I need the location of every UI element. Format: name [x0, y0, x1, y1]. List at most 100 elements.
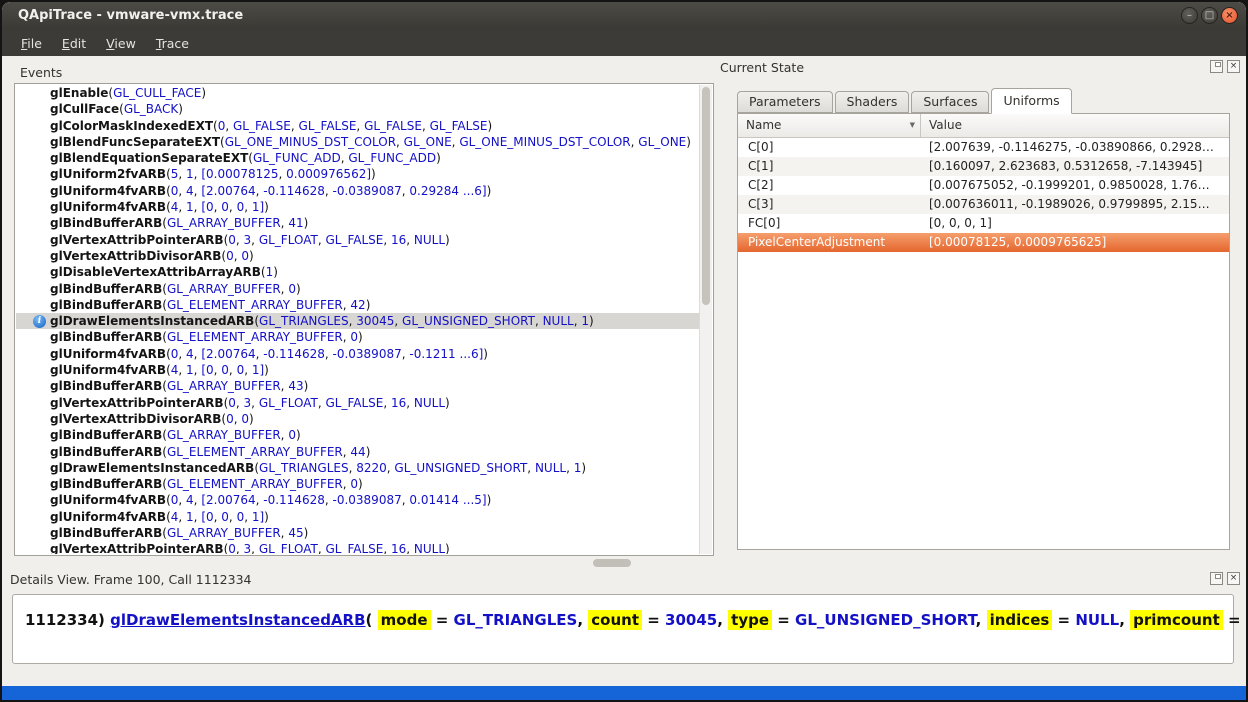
window-title: QApiTrace - vmware-vmx.trace — [18, 8, 243, 23]
tab-surfaces[interactable]: Surfaces — [911, 91, 989, 113]
event-row[interactable]: glVertexAttribPointerARB(0, 3, GL_FLOAT,… — [16, 395, 700, 411]
close-icon[interactable]: × — [1227, 572, 1240, 585]
call-function-link[interactable]: glDrawElementsInstancedARB — [110, 611, 365, 629]
event-arg: 0 — [285, 428, 296, 442]
menu-trace[interactable]: Trace — [147, 33, 198, 54]
event-arg: 0 — [226, 249, 234, 263]
undock-icon-glyph — [1215, 62, 1221, 67]
undock-icon[interactable] — [1210, 60, 1223, 73]
column-header-name[interactable]: Name ▼ — [738, 114, 921, 137]
table-row[interactable]: C[3][0.007636011, -0.1989026, 0.9799895,… — [738, 195, 1229, 214]
event-row[interactable]: glVertexAttribDivisorARB(0, 0) — [16, 248, 700, 264]
event-row[interactable]: glUniform4fvARB(4, 1, [0, 0, 0, 1]) — [16, 509, 700, 525]
event-row[interactable]: glColorMaskIndexedEXT(0, GL_FALSE, GL_FA… — [16, 118, 700, 134]
event-row[interactable]: glDisableVertexAttribArrayARB(1) — [16, 264, 700, 280]
events-vertical-scrollbar-thumb[interactable] — [702, 87, 710, 305]
event-row[interactable]: glCullFace(GL_BACK) — [16, 101, 700, 117]
event-arg: 0 — [217, 510, 228, 524]
uniform-name: C[0] — [738, 138, 921, 157]
event-row[interactable]: glBindBufferARB(GL_ELEMENT_ARRAY_BUFFER,… — [16, 444, 700, 460]
event-row[interactable]: glBlendEquationSeparateEXT(GL_FUNC_ADD, … — [16, 150, 700, 166]
event-row[interactable]: glUniform4fvARB(0, 4, [2.00764, -0.11462… — [16, 183, 700, 199]
event-row[interactable]: glUniform4fvARB(4, 1, [0, 0, 0, 1]) — [16, 199, 700, 215]
maximize-button-icon[interactable]: □ — [1201, 7, 1218, 24]
event-row[interactable]: glEnable(GL_CULL_FACE) — [16, 85, 700, 101]
event-arg: 4 — [171, 363, 179, 377]
column-header-value[interactable]: Value — [921, 114, 1229, 137]
event-row[interactable]: glBindBufferARB(GL_ARRAY_BUFFER, 45) — [16, 525, 700, 541]
event-row[interactable]: glUniform4fvARB(0, 4, [2.00764, -0.11462… — [16, 492, 700, 508]
event-arg: 0 — [228, 233, 236, 247]
event-row[interactable]: glUniform4fvARB(4, 1, [0, 0, 0, 1]) — [16, 362, 700, 378]
close-icon[interactable]: × — [1227, 60, 1240, 73]
event-row[interactable]: glBindBufferARB(GL_ARRAY_BUFFER, 43) — [16, 378, 700, 394]
close-button-icon[interactable]: × — [1221, 7, 1238, 24]
table-row[interactable]: FC[0][0, 0, 0, 1] — [738, 214, 1229, 233]
event-arg: 4 — [171, 510, 179, 524]
event-arg: GL_FALSE — [322, 233, 384, 247]
event-arg: 45 — [285, 526, 304, 540]
event-row[interactable]: glDrawElementsInstancedARB(GL_TRIANGLES,… — [16, 460, 700, 476]
event-arg: 0 — [228, 542, 236, 554]
event-row[interactable]: glBindBufferARB(GL_ARRAY_BUFFER, 0) — [16, 427, 700, 443]
event-arg: 0 — [228, 396, 236, 410]
uniform-name: C[1] — [738, 157, 921, 176]
event-row[interactable]: glBlendFuncSeparateEXT(GL_ONE_MINUS_DST_… — [16, 134, 700, 150]
minimize-button-icon[interactable]: – — [1181, 7, 1198, 24]
event-arg: 0 — [217, 363, 228, 377]
table-row[interactable]: C[1][0.160097, 2.623683, 0.5312658, -7.1… — [738, 157, 1229, 176]
menu-edit[interactable]: Edit — [53, 33, 95, 54]
event-row[interactable]: glUniform2fvARB(5, 1, [0.00078125, 0.000… — [16, 166, 700, 182]
event-arg: GL_FALSE — [295, 119, 357, 133]
tab-uniforms[interactable]: Uniforms — [991, 88, 1071, 114]
event-row[interactable]: glBindBufferARB(GL_ARRAY_BUFFER, 41) — [16, 215, 700, 231]
titlebar[interactable]: QApiTrace - vmware-vmx.trace –□× — [2, 2, 1246, 31]
undock-icon[interactable] — [1210, 572, 1223, 585]
event-function: glBindBufferARB — [50, 216, 162, 230]
uniform-name: C[3] — [738, 195, 921, 214]
event-arg: GL_ONE — [400, 135, 452, 149]
event-arg: -0.114628 — [259, 493, 324, 507]
events-list[interactable]: glEnable(GL_CULL_FACE)glCullFace(GL_BACK… — [14, 83, 714, 556]
event-arg: 0 — [218, 119, 226, 133]
event-row[interactable]: iglDrawElementsInstancedARB(GL_TRIANGLES… — [16, 313, 700, 329]
tab-parameters[interactable]: Parameters — [737, 91, 833, 113]
event-arg: 1 — [182, 510, 193, 524]
table-row[interactable]: PixelCenterAdjustment[0.00078125, 0.0009… — [738, 233, 1229, 252]
param-name: count — [588, 610, 642, 630]
event-arg: 0 — [233, 200, 244, 214]
tab-shaders[interactable]: Shaders — [835, 91, 910, 113]
event-row[interactable]: glVertexAttribDivisorARB(0, 0) — [16, 411, 700, 427]
events-rows: glEnable(GL_CULL_FACE)glCullFace(GL_BACK… — [16, 85, 700, 554]
event-row[interactable]: glBindBufferARB(GL_ELEMENT_ARRAY_BUFFER,… — [16, 329, 700, 345]
event-arg: -0.0389087 — [329, 493, 402, 507]
event-row[interactable]: glBindBufferARB(GL_ARRAY_BUFFER, 0) — [16, 281, 700, 297]
event-row[interactable]: glUniform4fvARB(0, 4, [2.00764, -0.11462… — [16, 346, 700, 362]
event-arg: 30045 — [352, 314, 394, 328]
event-arg: NULL — [410, 396, 445, 410]
table-row[interactable]: C[0][2.007639, -0.1146275, -0.03890866, … — [738, 138, 1229, 157]
events-horizontal-scrollbar-thumb[interactable] — [593, 559, 631, 567]
event-arg: GL_ARRAY_BUFFER — [167, 379, 281, 393]
event-arg: GL_ELEMENT_ARRAY_BUFFER — [167, 298, 343, 312]
event-arg: GL_ELEMENT_ARRAY_BUFFER — [167, 477, 343, 491]
menu-view[interactable]: View — [97, 33, 145, 54]
uniform-value: [0.00078125, 0.0009765625] — [921, 233, 1229, 252]
event-arg: 1 — [182, 200, 193, 214]
event-row[interactable]: glBindBufferARB(GL_ELEMENT_ARRAY_BUFFER,… — [16, 476, 700, 492]
event-arg: GL_FALSE — [426, 119, 488, 133]
menu-file[interactable]: File — [12, 33, 51, 54]
event-arg: 0 — [347, 477, 358, 491]
event-row[interactable]: glVertexAttribPointerARB(0, 3, GL_FLOAT,… — [16, 232, 700, 248]
event-arg: GL_FLOAT — [255, 542, 318, 554]
param-value: GL_TRIANGLES — [454, 611, 578, 629]
event-row[interactable]: glBindBufferARB(GL_ELEMENT_ARRAY_BUFFER,… — [16, 297, 700, 313]
event-arg: 3 — [240, 542, 251, 554]
events-vertical-scrollbar[interactable] — [699, 85, 712, 554]
event-arg: 44 — [347, 445, 366, 459]
event-row[interactable]: glVertexAttribPointerARB(0, 3, GL_FLOAT,… — [16, 541, 700, 554]
uniforms-table-header[interactable]: Name ▼ Value — [738, 114, 1229, 138]
event-arg: GL_TRIANGLES — [259, 461, 349, 475]
table-row[interactable]: C[2][0.007675052, -0.1999201, 0.9850028,… — [738, 176, 1229, 195]
event-function: glBindBufferARB — [50, 330, 162, 344]
